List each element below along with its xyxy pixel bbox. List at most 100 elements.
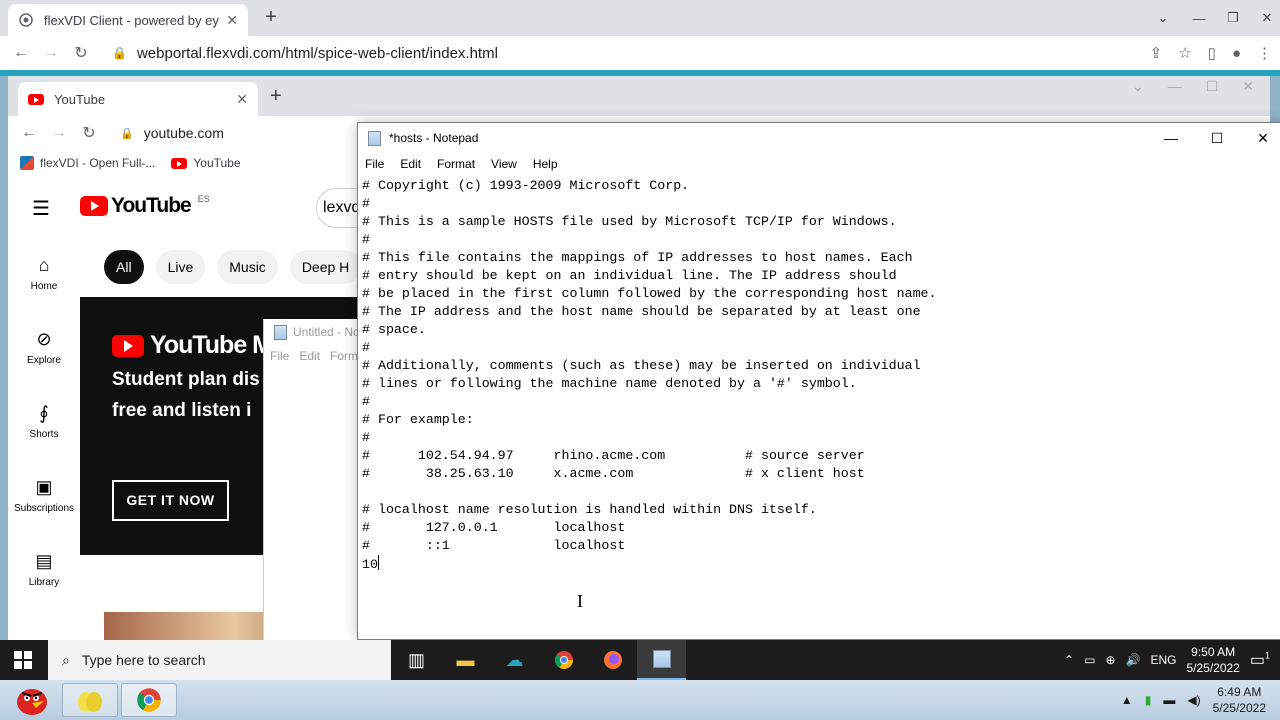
forward-icon[interactable]: → xyxy=(44,124,74,142)
hosts-line[interactable]: # This is a sample HOSTS file used by Mi… xyxy=(362,213,1280,231)
reload-icon[interactable]: ↻ xyxy=(74,123,104,143)
hosts-line[interactable]: # entry should be kept on an individual … xyxy=(362,267,1280,285)
chevron-down-icon[interactable]: ⌄ xyxy=(1146,10,1180,26)
hosts-line[interactable]: # be placed in the first column followed… xyxy=(362,285,1280,303)
untitled-notepad-window[interactable]: Untitled - No File Edit Form xyxy=(263,319,363,640)
hosts-line[interactable]: # xyxy=(362,195,1280,213)
chip-live[interactable]: Live xyxy=(155,250,206,284)
youtube-logo[interactable]: YouTube ES xyxy=(80,194,210,218)
chip-music[interactable]: Music xyxy=(217,250,278,284)
inner-tab-youtube[interactable]: YouTube ✕ xyxy=(18,82,258,116)
side-panel-icon[interactable]: ▯ xyxy=(1208,44,1216,62)
share-icon[interactable]: ⇪ xyxy=(1150,44,1163,62)
battery-icon[interactable]: ▮ xyxy=(1145,693,1152,707)
hosts-line[interactable]: # This file contains the mappings of IP … xyxy=(362,249,1280,267)
menu-view[interactable]: View xyxy=(491,157,517,171)
taskbar-clock[interactable]: 9:50 AM 5/25/2022 xyxy=(1186,644,1239,676)
hosts-line[interactable]: # The IP address and the host name shoul… xyxy=(362,303,1280,321)
bookmark-star-icon[interactable]: ☆ xyxy=(1178,44,1191,62)
lock-icon[interactable]: 🔒 xyxy=(120,127,134,140)
hosts-line[interactable]: # localhost name resolution is handled w… xyxy=(362,501,1280,519)
lock-icon[interactable]: 🔒 xyxy=(112,46,127,60)
outer-clock[interactable]: 6:49 AM 5/25/2022 xyxy=(1213,684,1266,716)
sidebar-item-library[interactable]: ▤ Library xyxy=(8,532,80,606)
hosts-line[interactable]: # For example: xyxy=(362,411,1280,429)
chip-all[interactable]: All xyxy=(104,250,144,284)
hosts-line[interactable]: # lines or following the machine name de… xyxy=(362,375,1280,393)
close-window-icon[interactable]: ✕ xyxy=(1242,78,1254,95)
more-menu-icon[interactable]: ⋮ xyxy=(1257,44,1272,62)
sidebar-item-subscriptions[interactable]: ▣ Subscriptions xyxy=(8,458,80,532)
bookmark-flexvdi[interactable]: flexVDI - Open Full-... xyxy=(20,156,155,170)
reload-icon[interactable]: ↻ xyxy=(66,43,96,63)
hosts-line[interactable]: # xyxy=(362,393,1280,411)
inner-new-tab-button[interactable]: + xyxy=(270,85,282,108)
maximize-icon[interactable]: ☐ xyxy=(1206,78,1219,95)
new-tab-button[interactable]: + xyxy=(259,6,283,30)
hosts-line[interactable]: # ::1 localhost xyxy=(362,537,1280,555)
windows-start-icon[interactable] xyxy=(14,651,32,669)
volume-icon[interactable]: 🔊 xyxy=(1126,653,1141,667)
remote-desktop[interactable]: YouTube ✕ + ⌄ — ☐ ✕ ← → ↻ 🔒 youtube.com xyxy=(0,76,1280,640)
language-indicator[interactable]: ENG xyxy=(1150,653,1176,667)
network-icon[interactable]: ⊕ xyxy=(1105,653,1115,667)
taskbar-search-box[interactable]: ⌕ Type here to search xyxy=(48,640,391,680)
menu-hamburger-icon[interactable]: ☰ xyxy=(32,196,50,221)
menu-file[interactable]: File xyxy=(270,349,289,363)
outer-tab-flexvdi[interactable]: flexVDI Client - powered by ey ✕ xyxy=(8,4,248,36)
hosts-line[interactable]: # 127.0.0.1 localhost xyxy=(362,519,1280,537)
menu-edit[interactable]: Edit xyxy=(299,349,320,363)
profile-avatar-icon[interactable]: ● xyxy=(1232,45,1241,62)
hosts-line[interactable]: # 38.25.63.10 x.acme.com # x client host xyxy=(362,465,1280,483)
back-icon[interactable]: ← xyxy=(14,124,44,142)
close-window-icon[interactable]: ✕ xyxy=(1240,123,1280,153)
hosts-line[interactable]: ​ xyxy=(362,483,1280,501)
notepad-taskbar-icon[interactable] xyxy=(637,640,686,680)
notification-center-icon[interactable]: ▭1 xyxy=(1250,650,1270,670)
hosts-line[interactable]: # xyxy=(362,231,1280,249)
network-icon[interactable]: ▬ xyxy=(1163,693,1175,707)
outer-url[interactable]: webportal.flexvdi.com/html/spice-web-cli… xyxy=(137,45,498,62)
minimize-icon[interactable]: — xyxy=(1168,78,1182,95)
minimize-icon[interactable]: — xyxy=(1182,11,1216,26)
close-window-icon[interactable]: ✕ xyxy=(1250,10,1280,26)
task-view-icon[interactable]: ▥ xyxy=(392,640,441,680)
hosts-line[interactable]: # Copyright (c) 1993-2009 Microsoft Corp… xyxy=(362,177,1280,195)
hosts-line[interactable]: # Additionally, comments (such as these)… xyxy=(362,357,1280,375)
chrome-icon[interactable] xyxy=(539,640,588,680)
chevron-up-icon[interactable]: ▲ xyxy=(1121,693,1133,707)
hosts-line[interactable]: # space. xyxy=(362,321,1280,339)
sidebar-item-home[interactable]: ⌂ Home xyxy=(8,236,80,310)
firefox-icon[interactable] xyxy=(588,640,637,680)
restore-icon[interactable]: ❐ xyxy=(1216,10,1250,26)
bookmark-youtube[interactable]: YouTube xyxy=(171,156,241,170)
menu-format[interactable]: Form xyxy=(330,349,358,363)
menu-format[interactable]: Format xyxy=(437,157,475,171)
chrome-icon[interactable] xyxy=(121,683,177,717)
forward-icon[interactable]: → xyxy=(36,44,66,62)
folders-icon[interactable] xyxy=(62,683,118,717)
sidebar-item-shorts[interactable]: ∮ Shorts xyxy=(8,384,80,458)
maximize-icon[interactable]: ☐ xyxy=(1194,123,1240,153)
cloud-app-icon[interactable]: ☁ xyxy=(490,640,539,680)
hosts-current-line[interactable]: 10 xyxy=(362,555,1280,574)
inner-address-bar[interactable]: 🔒 youtube.com xyxy=(120,119,224,147)
back-icon[interactable]: ← xyxy=(6,44,36,62)
outer-address-bar[interactable]: 🔒 webportal.flexvdi.com/html/spice-web-c… xyxy=(112,39,1172,67)
minimize-icon[interactable]: — xyxy=(1148,123,1194,153)
menu-file[interactable]: File xyxy=(365,157,384,171)
chevron-down-icon[interactable]: ⌄ xyxy=(1132,78,1144,95)
file-explorer-icon[interactable]: ▬ xyxy=(441,640,490,680)
hosts-line[interactable]: # xyxy=(362,429,1280,447)
menu-help[interactable]: Help xyxy=(533,157,558,171)
angry-bird-start-icon[interactable] xyxy=(4,683,60,717)
tab-search-button[interactable]: ⌄ xyxy=(1146,0,1180,36)
menu-edit[interactable]: Edit xyxy=(400,157,421,171)
sidebar-item-explore[interactable]: ⊘ Explore xyxy=(8,310,80,384)
chevron-up-icon[interactable]: ⌃ xyxy=(1064,653,1074,667)
chip-deep-house[interactable]: Deep H xyxy=(289,250,362,284)
close-icon[interactable]: ✕ xyxy=(236,91,248,108)
hosts-line[interactable]: # 102.54.94.97 rhino.acme.com # source s… xyxy=(362,447,1280,465)
close-icon[interactable]: ✕ xyxy=(226,12,238,29)
meet-now-icon[interactable]: ▭ xyxy=(1084,653,1095,667)
